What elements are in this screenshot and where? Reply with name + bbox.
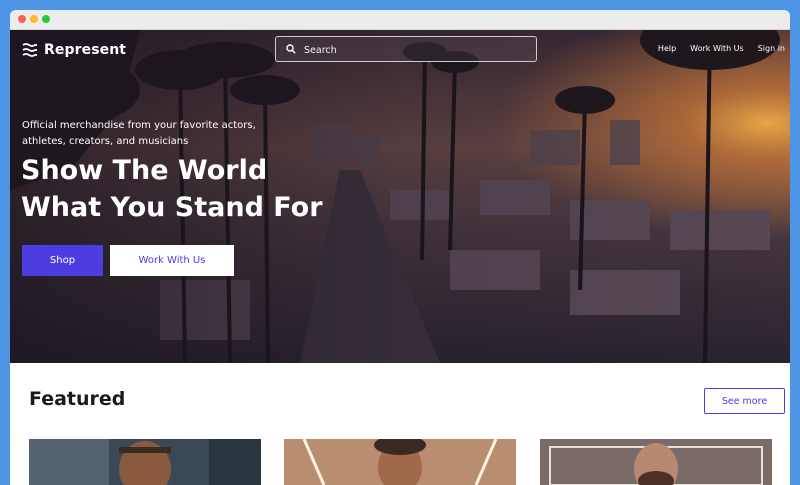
search-box[interactable] bbox=[275, 36, 537, 63]
hero-headline-line1: Show The World bbox=[21, 155, 268, 186]
browser-window: Represent Help Work With Us Sign in Offi… bbox=[10, 10, 790, 485]
top-nav: Help Work With Us Sign in bbox=[658, 44, 785, 53]
featured-card[interactable] bbox=[29, 439, 261, 485]
close-window-dot[interactable] bbox=[18, 15, 26, 23]
search-icon bbox=[286, 44, 296, 54]
hero-tagline: Official merchandise from your favorite … bbox=[22, 120, 256, 147]
featured-card[interactable] bbox=[284, 439, 516, 485]
see-more-button[interactable]: See more bbox=[704, 388, 785, 414]
shop-button[interactable]: Shop bbox=[22, 245, 103, 276]
nav-sign-in-link[interactable]: Sign in bbox=[758, 44, 785, 53]
featured-card-image bbox=[540, 439, 772, 485]
brand-name: Represent bbox=[44, 42, 127, 58]
nav-help-link[interactable]: Help bbox=[658, 44, 676, 53]
work-with-us-button[interactable]: Work With Us bbox=[110, 245, 234, 276]
maximize-window-dot[interactable] bbox=[42, 15, 50, 23]
featured-card-image bbox=[29, 439, 261, 485]
hero-headline: Show The World What You Stand For bbox=[21, 152, 441, 226]
hero-section: Represent Help Work With Us Sign in Offi… bbox=[10, 30, 790, 363]
featured-card[interactable] bbox=[540, 439, 772, 485]
minimize-window-dot[interactable] bbox=[30, 15, 38, 23]
window-titlebar bbox=[10, 10, 790, 30]
featured-card-image bbox=[284, 439, 516, 485]
logo-icon bbox=[22, 43, 37, 57]
featured-heading: Featured bbox=[29, 388, 126, 410]
nav-work-with-us-link[interactable]: Work With Us bbox=[690, 44, 744, 53]
search-input[interactable] bbox=[302, 37, 526, 63]
brand-logo[interactable]: Represent bbox=[22, 42, 126, 58]
hero-headline-line2: What You Stand For bbox=[21, 192, 323, 223]
